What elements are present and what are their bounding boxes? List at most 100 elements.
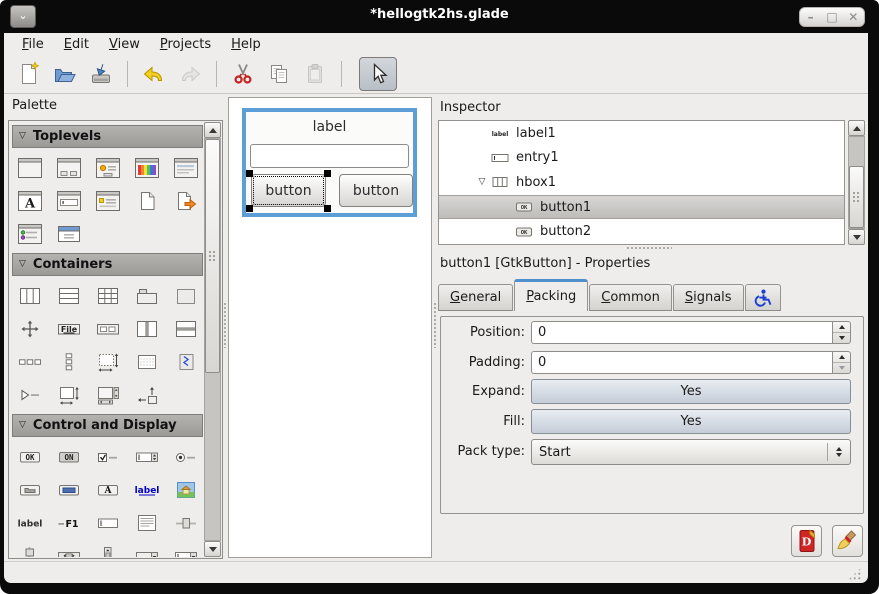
designed-label[interactable]: label — [246, 112, 413, 142]
tab-general[interactable]: General — [438, 284, 513, 311]
palette-item-label[interactable]: label — [10, 506, 49, 539]
tab-accessibility[interactable] — [745, 284, 781, 311]
copy-button[interactable] — [264, 59, 294, 89]
palette-item-fixed[interactable] — [10, 312, 49, 345]
menu-view[interactable]: View — [99, 35, 150, 54]
designed-entry[interactable] — [250, 144, 409, 168]
selection-handle[interactable] — [246, 170, 253, 177]
palette-item-image[interactable] — [166, 473, 205, 506]
maximize-button[interactable]: □ — [823, 8, 841, 26]
palette-item-handlebox[interactable] — [166, 345, 205, 378]
palette-item-vscrollbar[interactable] — [88, 539, 127, 557]
palette-scrollbar[interactable] — [204, 122, 221, 557]
palette-item-hscale[interactable] — [166, 506, 205, 539]
palette-item-accel-label[interactable]: F1 — [49, 506, 88, 539]
palette-item-hbuttonbox[interactable] — [10, 345, 49, 378]
palette-item-toggle-button[interactable]: ON — [49, 440, 88, 473]
palette-item-vbox[interactable] — [49, 279, 88, 312]
palette-item-hpaned[interactable] — [127, 312, 166, 345]
inspector-scrollbar[interactable] — [848, 120, 865, 245]
palette-item-text-view[interactable] — [127, 506, 166, 539]
save-button[interactable] — [86, 59, 116, 89]
palette-section-header-control-and-display[interactable]: ▽Control and Display — [12, 414, 203, 437]
close-button[interactable]: ✕ — [844, 8, 862, 26]
palette-item-button[interactable]: OK — [10, 440, 49, 473]
menu-edit[interactable]: Edit — [54, 35, 99, 54]
designed-window[interactable]: label button button — [242, 108, 417, 217]
scroll-up-button[interactable] — [204, 122, 221, 138]
palette-item-input-dialog[interactable] — [49, 184, 88, 217]
palette-item-combo-box[interactable] — [127, 539, 166, 557]
palette-item-entry[interactable] — [88, 506, 127, 539]
palette-item-preferences-dialog[interactable] — [10, 217, 49, 250]
expand-toggle-button[interactable]: Yes — [531, 379, 851, 404]
palette-item-file-save[interactable] — [166, 184, 205, 217]
palette-item-about-dialog[interactable] — [166, 151, 205, 184]
clean-button[interactable] — [832, 525, 863, 557]
scrollbar-thumb[interactable] — [205, 139, 220, 373]
fill-toggle-button[interactable]: Yes — [531, 409, 851, 434]
palette-item-layout[interactable] — [88, 345, 127, 378]
undo-button[interactable] — [139, 59, 169, 89]
palette-item-check-button[interactable] — [88, 440, 127, 473]
palette-item-expander[interactable] — [10, 378, 49, 411]
position-spinbutton[interactable]: 0 — [531, 321, 851, 344]
selection-handle[interactable] — [324, 170, 331, 177]
palette-item-window[interactable] — [10, 151, 49, 184]
palette-item-vbuttonbox[interactable] — [49, 345, 88, 378]
tab-common[interactable]: Common — [589, 284, 672, 311]
scrollbar-thumb[interactable] — [849, 166, 864, 228]
designed-button1[interactable]: button — [251, 174, 326, 207]
palette-section-header-toplevels[interactable]: ▽Toplevels — [12, 125, 203, 148]
minimize-button[interactable]: – — [802, 8, 820, 26]
open-folder-button[interactable] — [50, 59, 80, 89]
selection-handle[interactable] — [324, 205, 331, 212]
menu-projects[interactable]: Projects — [150, 35, 221, 54]
palette-item-hscrollbar[interactable] — [49, 539, 88, 557]
designed-button2[interactable]: button — [339, 174, 413, 207]
palette-item-spin-button[interactable] — [127, 440, 166, 473]
tree-item-button1[interactable]: OKbutton1 — [439, 195, 844, 220]
redo-button[interactable] — [175, 59, 205, 89]
palette-item-font-selection-dialog[interactable]: A — [10, 184, 49, 217]
palette-item-scrolledwindow2[interactable] — [88, 378, 127, 411]
paste-button[interactable] — [300, 59, 330, 89]
scroll-down-button[interactable] — [848, 229, 865, 245]
spin-down-button[interactable] — [833, 363, 850, 373]
tree-item-label1[interactable]: labellabel1 — [439, 121, 844, 146]
pack-type-combobox[interactable]: Start — [531, 439, 851, 465]
palette-item-message-dialog[interactable] — [88, 151, 127, 184]
spin-up-button[interactable] — [833, 322, 850, 333]
spin-down-button[interactable] — [833, 333, 850, 343]
expander-icon[interactable]: ▽ — [473, 177, 491, 187]
palette-section-header-containers[interactable]: ▽Containers — [12, 253, 203, 276]
resize-grip[interactable] — [848, 567, 862, 580]
palette-item-toolbar[interactable] — [88, 312, 127, 345]
palette-item-menubar[interactable]: File — [49, 312, 88, 345]
spin-up-button[interactable] — [833, 352, 850, 363]
tree-item-hbox1[interactable]: ▽hbox1 — [439, 170, 844, 195]
palette-item-vscale[interactable] — [10, 539, 49, 557]
palette-item-dialog[interactable] — [49, 151, 88, 184]
palette-item-vpaned[interactable] — [166, 312, 205, 345]
palette-item-viewport[interactable] — [127, 345, 166, 378]
palette-item-property-dialog[interactable] — [88, 184, 127, 217]
palette-item-file-chooser[interactable] — [127, 184, 166, 217]
palette-item-font-button[interactable]: A — [88, 473, 127, 506]
palette-item-color-button[interactable] — [49, 473, 88, 506]
cut-button[interactable] — [228, 59, 258, 89]
palette-item-hbox[interactable] — [10, 279, 49, 312]
selection-handle[interactable] — [246, 205, 253, 212]
palette-item-scrolledwindow[interactable] — [49, 378, 88, 411]
palette-item-file-chooser-button[interactable] — [10, 473, 49, 506]
tree-item-entry1[interactable]: entry1 — [439, 146, 844, 171]
palette-item-notebook[interactable] — [127, 279, 166, 312]
menu-help[interactable]: Help — [221, 35, 271, 54]
tab-signals[interactable]: Signals — [673, 284, 744, 311]
tab-packing[interactable]: Packing — [514, 279, 588, 311]
scrollbar-track[interactable] — [204, 138, 221, 541]
padding-spinbutton[interactable]: 0 — [531, 351, 851, 374]
palette-item-link-button[interactable]: label — [127, 473, 166, 506]
palette-item-frame[interactable] — [166, 279, 205, 312]
devhelp-button[interactable]: D — [791, 525, 822, 557]
